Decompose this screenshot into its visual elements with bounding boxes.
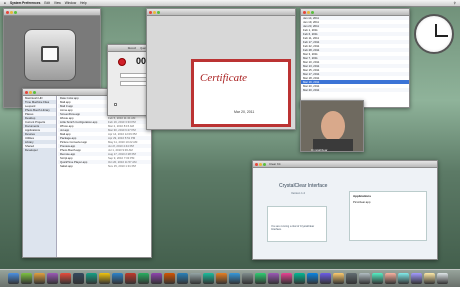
dock-app-icon[interactable] [320,273,331,284]
crystal-window: Clear Kit CrystalClear Interface Version… [252,160,438,260]
record-button[interactable] [118,58,126,66]
dock-app-icon[interactable] [34,273,45,284]
zoom-icon[interactable] [33,90,36,94]
dock-app-icon[interactable] [190,273,201,284]
dock-app-icon[interactable] [21,273,32,284]
webcam-window: CrystalClear [300,100,364,152]
menu-app-name[interactable]: System Preferences [10,1,40,5]
dock-app-icon[interactable] [229,273,240,284]
mail-list: Jan 14, 2011 Jan 19, 2011 Jan 23, 2011 Feb … [301,16,409,107]
dock-app-icon[interactable] [294,273,305,284]
preview-icon [24,29,76,81]
dock [0,269,460,287]
zoom-icon[interactable] [311,10,314,14]
certificate-date: Mar 20, 2011 [234,110,255,114]
dock-app-icon[interactable] [281,273,292,284]
webcam-face [321,111,345,141]
dock-app-icon[interactable] [47,273,58,284]
dock-app-icon[interactable] [255,273,266,284]
minimize-icon[interactable] [29,90,32,94]
minimize-icon[interactable] [259,162,262,166]
certificate-heading: Certificate [200,72,248,84]
finder-sidebar: Macintosh HD Time Machine Files Leopard Pho… [23,96,57,257]
crystal-footer: You are running a trial of CrystalClear … [271,225,315,231]
minimize-icon[interactable] [10,10,13,14]
file-row[interactable]: Safari.app Nov 15, 2010 1:31 PM [58,164,151,168]
dock-app-icon[interactable] [216,273,227,284]
applications-panel: Applications PicoClear.app [349,191,427,241]
dock-app-icon[interactable] [346,273,357,284]
dock-app-icon[interactable] [112,273,123,284]
menu-help[interactable]: Help [80,1,87,5]
crystal-titlebar: Clear Kit [253,161,437,168]
finder-file-list: Date Color.appOct 1, 2009 4:04 PMMail.ap… [58,96,151,257]
dock-app-icon[interactable] [307,273,318,284]
dock-app-icon[interactable] [333,273,344,284]
clock-widget [414,14,454,54]
webcam-label: CrystalClear [311,148,328,152]
file-date: Nov 15, 2010 1:31 PM [108,164,136,168]
minimize-icon[interactable] [153,10,156,14]
dock-app-icon[interactable] [60,273,71,284]
certificate-page: Certificate Mar 20, 2011 [191,59,291,127]
dock-app-icon[interactable] [151,273,162,284]
close-icon[interactable] [6,10,9,14]
close-icon[interactable] [149,10,152,14]
dock-app-icon[interactable] [411,273,422,284]
tab-record[interactable]: Record [128,47,136,50]
close-icon[interactable] [25,90,28,94]
dock-app-icon[interactable] [138,273,149,284]
apple-icon[interactable]: ● [4,1,6,5]
dock-app-icon[interactable] [164,273,175,284]
menu-edit[interactable]: Edit [44,1,50,5]
mail-titlebar [301,9,409,16]
mail-row[interactable]: Mar 20, 2011 [301,88,409,92]
zoom-icon[interactable] [263,162,266,166]
crystal-title: Clear Kit [269,162,281,166]
dock-app-icon[interactable] [424,273,435,284]
dock-app-icon[interactable] [73,273,84,284]
applications-item[interactable]: PicoClear.app [353,200,370,204]
dock-app-icon[interactable] [268,273,279,284]
window-glyph-icon [41,46,59,62]
close-icon[interactable] [303,10,306,14]
zoom-icon[interactable] [157,10,160,14]
crystal-version: Version 1.2 [291,191,305,195]
dock-app-icon[interactable] [372,273,383,284]
sidebar-item[interactable]: Developer [23,148,56,152]
dock-app-icon[interactable] [385,273,396,284]
menu-window[interactable]: Window [65,1,76,5]
close-icon[interactable] [255,162,258,166]
dock-app-icon[interactable] [437,273,448,284]
certificate-window: Certificate Mar 20, 2011 [146,8,296,130]
dock-app-icon[interactable] [8,273,19,284]
dock-app-icon[interactable] [125,273,136,284]
preview-titlebar [4,9,100,16]
applications-label: Applications [353,194,372,198]
certificate-titlebar [147,9,295,16]
dock-app-icon[interactable] [359,273,370,284]
clock-minute-hand [435,35,448,37]
crystal-panel: You are running a trial of CrystalClear … [267,206,327,242]
spotlight-icon[interactable]: ⚲ [454,1,456,5]
dock-app-icon[interactable] [99,273,110,284]
minimize-icon[interactable] [307,10,310,14]
timer-checkbox[interactable] [114,103,117,106]
menu-view[interactable]: View [54,1,61,5]
dock-app-icon[interactable] [203,273,214,284]
dock-app-icon[interactable] [86,273,97,284]
dock-app-icon[interactable] [398,273,409,284]
dock-app-icon[interactable] [177,273,188,284]
mail-window: Jan 14, 2011 Jan 19, 2011 Jan 23, 2011 Feb … [300,8,410,108]
file-name: Safari.app [60,164,73,168]
dock-app-icon[interactable] [242,273,253,284]
menu-bar: ● System Preferences Edit View Window He… [0,0,460,7]
crystal-heading: CrystalClear Interface [279,183,328,189]
zoom-icon[interactable] [14,10,17,14]
